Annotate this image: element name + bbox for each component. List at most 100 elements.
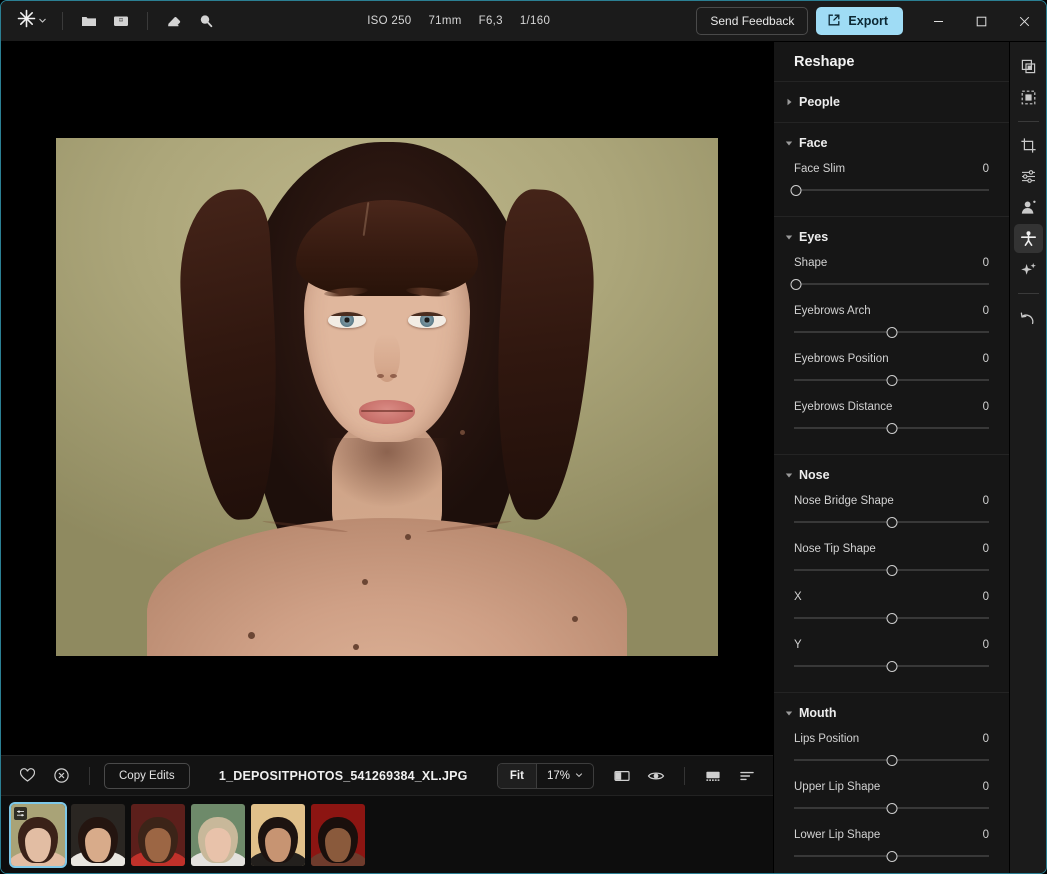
rail-divider-2 bbox=[1017, 293, 1039, 294]
eye-left bbox=[328, 312, 366, 328]
slider-track[interactable] bbox=[790, 184, 989, 196]
eye-before-after-icon[interactable] bbox=[642, 763, 670, 789]
sidebar-item-eyes[interactable]: Eyes bbox=[774, 217, 1009, 257]
add-images-icon[interactable] bbox=[106, 7, 136, 35]
zoom-magnifier-icon[interactable] bbox=[191, 7, 221, 35]
slider-track[interactable] bbox=[794, 850, 989, 862]
sort-filter-icon[interactable] bbox=[733, 763, 761, 789]
list-item[interactable] bbox=[131, 803, 185, 866]
sidebar-item-face[interactable]: Face bbox=[774, 123, 1009, 163]
sidebar-item-mouth[interactable]: Mouth bbox=[774, 693, 1009, 733]
list-item[interactable] bbox=[9, 801, 67, 868]
slider-track[interactable] bbox=[790, 278, 989, 290]
slider-handle[interactable] bbox=[886, 754, 897, 766]
zoom-controls: Fit 17% bbox=[496, 762, 594, 789]
ai-sparkle-icon[interactable] bbox=[1014, 255, 1043, 284]
slider-handle[interactable] bbox=[790, 184, 802, 196]
slider-track[interactable] bbox=[794, 660, 989, 672]
slider-handle[interactable] bbox=[790, 278, 802, 290]
minimize-icon[interactable] bbox=[917, 1, 960, 41]
eyelid-left bbox=[328, 312, 366, 316]
canvas-area[interactable] bbox=[1, 42, 773, 755]
layers-icon[interactable] bbox=[1014, 52, 1043, 81]
slider-nose-x: X 0 bbox=[774, 591, 1009, 624]
maximize-icon[interactable] bbox=[960, 1, 1003, 41]
slider-handle[interactable] bbox=[886, 422, 897, 434]
slider-handle[interactable] bbox=[886, 326, 897, 338]
section-label: People bbox=[799, 95, 840, 109]
close-icon[interactable] bbox=[1003, 1, 1046, 41]
photo-preview[interactable] bbox=[56, 138, 718, 656]
compare-split-view-icon[interactable] bbox=[608, 763, 636, 789]
section-face: Face Face Slim 0 bbox=[774, 123, 1009, 217]
chevron-right-icon bbox=[782, 95, 796, 109]
app-logo-menu[interactable] bbox=[13, 9, 51, 33]
thumb-face bbox=[205, 828, 231, 863]
mask-selection-icon[interactable] bbox=[1014, 83, 1043, 112]
slider-label: Nose Tip Shape bbox=[794, 543, 876, 555]
open-folder-icon[interactable] bbox=[74, 7, 104, 35]
thumb-face bbox=[85, 828, 111, 863]
filmstrip-toggle-icon[interactable] bbox=[699, 763, 727, 789]
chevron-down-icon bbox=[575, 770, 583, 782]
zoom-fit-button[interactable]: Fit bbox=[497, 763, 536, 788]
slider-value: 0 bbox=[982, 353, 989, 365]
slider-handle[interactable] bbox=[886, 612, 897, 624]
slider-handle[interactable] bbox=[886, 564, 897, 576]
slider-handle[interactable] bbox=[886, 374, 897, 386]
export-button[interactable]: Export bbox=[816, 7, 903, 35]
slider-track[interactable] bbox=[794, 564, 989, 576]
crop-icon[interactable] bbox=[1014, 131, 1043, 160]
portrait-person-icon[interactable] bbox=[1014, 193, 1043, 222]
eraser-icon[interactable] bbox=[159, 7, 189, 35]
metadata-shutter-speed: 1/160 bbox=[519, 15, 551, 27]
slider-track[interactable] bbox=[794, 516, 989, 528]
slider-handle[interactable] bbox=[886, 516, 897, 528]
send-feedback-button[interactable]: Send Feedback bbox=[696, 7, 809, 35]
slider-track[interactable] bbox=[794, 422, 989, 434]
section-eyes: Eyes Shape 0 Eyebrows Arch 0 Eyebrows Po… bbox=[774, 217, 1009, 455]
slider-handle[interactable] bbox=[886, 660, 897, 672]
tool-rail bbox=[1009, 42, 1046, 873]
slider-track[interactable] bbox=[794, 754, 989, 766]
sidebar-item-people[interactable]: People bbox=[774, 82, 1009, 122]
sidebar-item-nose[interactable]: Nose bbox=[774, 455, 1009, 495]
list-item[interactable] bbox=[311, 803, 365, 866]
slider-label: Eyebrows Distance bbox=[794, 401, 893, 413]
slider-label: Lips Position bbox=[794, 733, 860, 745]
slider-track[interactable] bbox=[794, 374, 989, 386]
eye-right bbox=[408, 312, 446, 328]
slider-track[interactable] bbox=[794, 802, 989, 814]
filmstrip[interactable] bbox=[1, 795, 773, 873]
rail-divider-1 bbox=[1017, 121, 1039, 122]
export-button-label: Export bbox=[848, 14, 888, 28]
slider-handle[interactable] bbox=[886, 802, 897, 814]
reject-circle-icon[interactable] bbox=[47, 763, 75, 789]
list-item[interactable] bbox=[191, 803, 245, 866]
slider-lips-position: Lips Position 0 bbox=[774, 733, 1009, 766]
editor-column: Copy Edits 1_DEPOSITPHOTOS_541269384_XL.… bbox=[1, 42, 773, 873]
thumb-face bbox=[25, 828, 51, 863]
panel-scroll-area[interactable]: People Face Face Slim 0 Eyes Shape 0 Eye… bbox=[774, 82, 1009, 873]
slider-upper-lip-shape: Upper Lip Shape 0 bbox=[774, 781, 1009, 814]
zoom-level-dropdown[interactable]: 17% bbox=[537, 764, 593, 788]
undo-history-icon[interactable] bbox=[1014, 303, 1043, 332]
list-item[interactable] bbox=[71, 803, 125, 866]
body-reshape-icon[interactable] bbox=[1013, 224, 1043, 253]
heart-icon[interactable] bbox=[13, 763, 41, 789]
chevron-down-icon bbox=[38, 12, 47, 30]
slider-track[interactable] bbox=[794, 612, 989, 624]
nostril-right bbox=[390, 374, 397, 378]
adjust-sliders-icon[interactable] bbox=[1014, 162, 1043, 191]
lip-line bbox=[361, 410, 413, 412]
slider-handle[interactable] bbox=[886, 850, 897, 862]
status-divider-2 bbox=[684, 766, 685, 785]
chevron-down-icon bbox=[782, 136, 796, 150]
slider-value: 0 bbox=[982, 401, 989, 413]
toolbar-divider bbox=[62, 12, 63, 30]
copy-edits-button[interactable]: Copy Edits bbox=[104, 762, 190, 789]
eyelid-right bbox=[408, 312, 446, 316]
list-item[interactable] bbox=[251, 803, 305, 866]
slider-track[interactable] bbox=[794, 326, 989, 338]
slider-eye-shape: Shape 0 bbox=[774, 257, 1009, 290]
